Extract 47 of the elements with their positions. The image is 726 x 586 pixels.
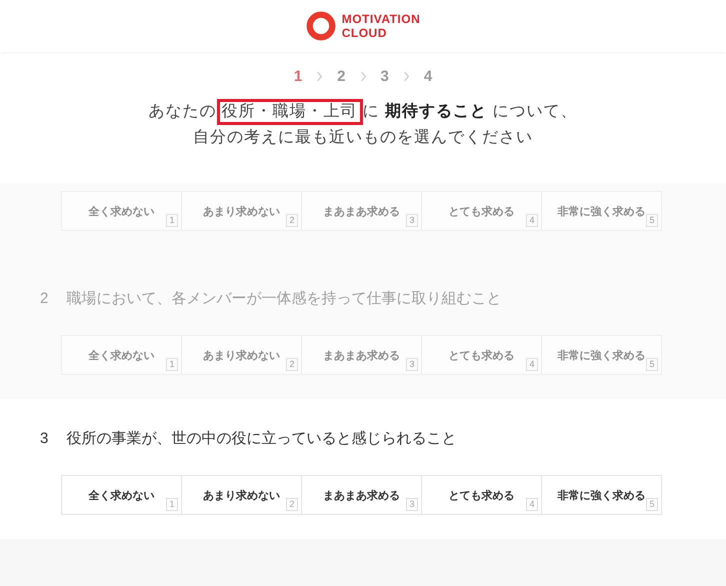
shortcut-key: 5 bbox=[646, 214, 658, 227]
step-number[interactable]: 1 bbox=[294, 68, 302, 84]
instruction-text: 自分の考えに最も近いものを選んでください bbox=[193, 129, 533, 146]
answer-option[interactable]: 全く求めない 1 bbox=[61, 335, 182, 375]
instruction-text: に 期待すること について、 bbox=[362, 103, 578, 120]
shortcut-key: 1 bbox=[166, 358, 178, 371]
answer-option[interactable]: 全く求めない 1 bbox=[61, 475, 182, 515]
chevron-icon bbox=[360, 70, 366, 82]
shortcut-key: 3 bbox=[406, 498, 418, 511]
question-number: 3 bbox=[40, 429, 48, 449]
shortcut-key: 2 bbox=[286, 358, 298, 371]
answer-option[interactable]: あまり求めない 2 bbox=[181, 475, 302, 515]
question-number: 2 bbox=[40, 289, 48, 309]
question-text: 職場において、各メンバーが一体感を持って仕事に取り組むこと bbox=[66, 289, 502, 309]
shortcut-key: 5 bbox=[646, 358, 658, 371]
answer-option[interactable]: あまり求めない 2 bbox=[181, 335, 302, 375]
question-text: 役所の事業が、世の中の役に立っていると感じられること bbox=[66, 429, 456, 449]
answer-option[interactable]: とても求める 4 bbox=[421, 335, 542, 375]
shortcut-key: 5 bbox=[646, 498, 658, 511]
answer-option[interactable]: まあまあ求める 3 bbox=[301, 335, 422, 375]
answer-option[interactable]: 非常に強く求める 5 bbox=[541, 335, 662, 375]
shortcut-key: 2 bbox=[286, 498, 298, 511]
shortcut-key: 4 bbox=[526, 214, 538, 227]
chevron-icon bbox=[316, 70, 324, 82]
answer-option[interactable]: まあまあ求める 3 bbox=[301, 191, 422, 231]
shortcut-key: 4 bbox=[526, 498, 538, 511]
shortcut-key: 3 bbox=[406, 358, 418, 371]
answer-option[interactable]: あまり求めない 2 bbox=[181, 191, 302, 231]
answer-option[interactable]: 全く求めない 1 bbox=[61, 191, 182, 231]
step-number[interactable]: 4 bbox=[424, 68, 432, 84]
answer-option[interactable]: とても求める 4 bbox=[421, 191, 542, 231]
answer-option[interactable]: とても求める 4 bbox=[421, 475, 542, 515]
step-number[interactable]: 2 bbox=[337, 68, 346, 84]
chevron-icon bbox=[402, 70, 410, 82]
instruction-text: あなたの bbox=[148, 103, 217, 120]
step-number[interactable]: 3 bbox=[380, 68, 389, 84]
logo-text: MOTIVATION CLOUD bbox=[342, 12, 420, 40]
shortcut-key: 3 bbox=[406, 214, 418, 227]
shortcut-key: 2 bbox=[286, 214, 298, 227]
highlighted-text: 役所・職場・上司 bbox=[216, 99, 363, 125]
answer-option[interactable]: まあまあ求める 3 bbox=[301, 475, 422, 515]
shortcut-key: 1 bbox=[166, 214, 178, 227]
ring-logo-icon bbox=[306, 11, 336, 41]
answer-option[interactable]: 非常に強く求める 5 bbox=[541, 191, 662, 231]
shortcut-key: 4 bbox=[526, 358, 538, 371]
shortcut-key: 1 bbox=[166, 498, 178, 511]
answer-option[interactable]: 非常に強く求める 5 bbox=[541, 475, 662, 515]
